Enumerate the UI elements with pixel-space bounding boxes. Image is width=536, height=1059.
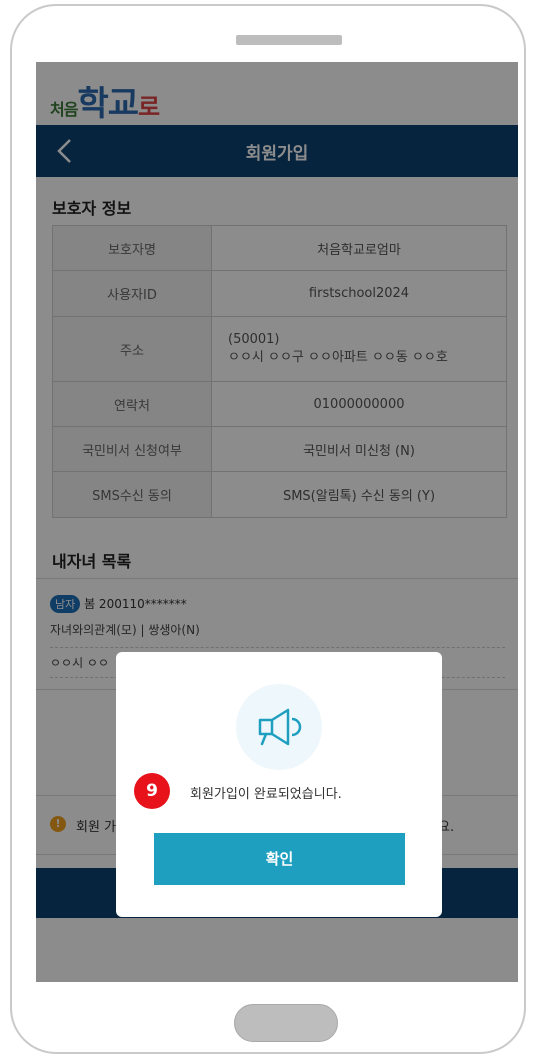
confirm-button[interactable]: 확인 <box>154 833 405 885</box>
home-button[interactable] <box>234 1004 338 1042</box>
megaphone-icon-circle <box>236 684 322 770</box>
completion-message: 회원가입이 완료되었습니다. <box>190 787 342 802</box>
completion-dialog: 9 회원가입이 완료되었습니다. 확인 <box>116 652 442 917</box>
step-number-badge: 9 <box>134 773 170 809</box>
megaphone-icon <box>258 708 302 746</box>
app-screen: 처음학교로 회원가입 보호자 정보 보호자명 처음학교로엄마 사용자ID fir… <box>36 62 518 982</box>
phone-speaker <box>236 35 342 45</box>
